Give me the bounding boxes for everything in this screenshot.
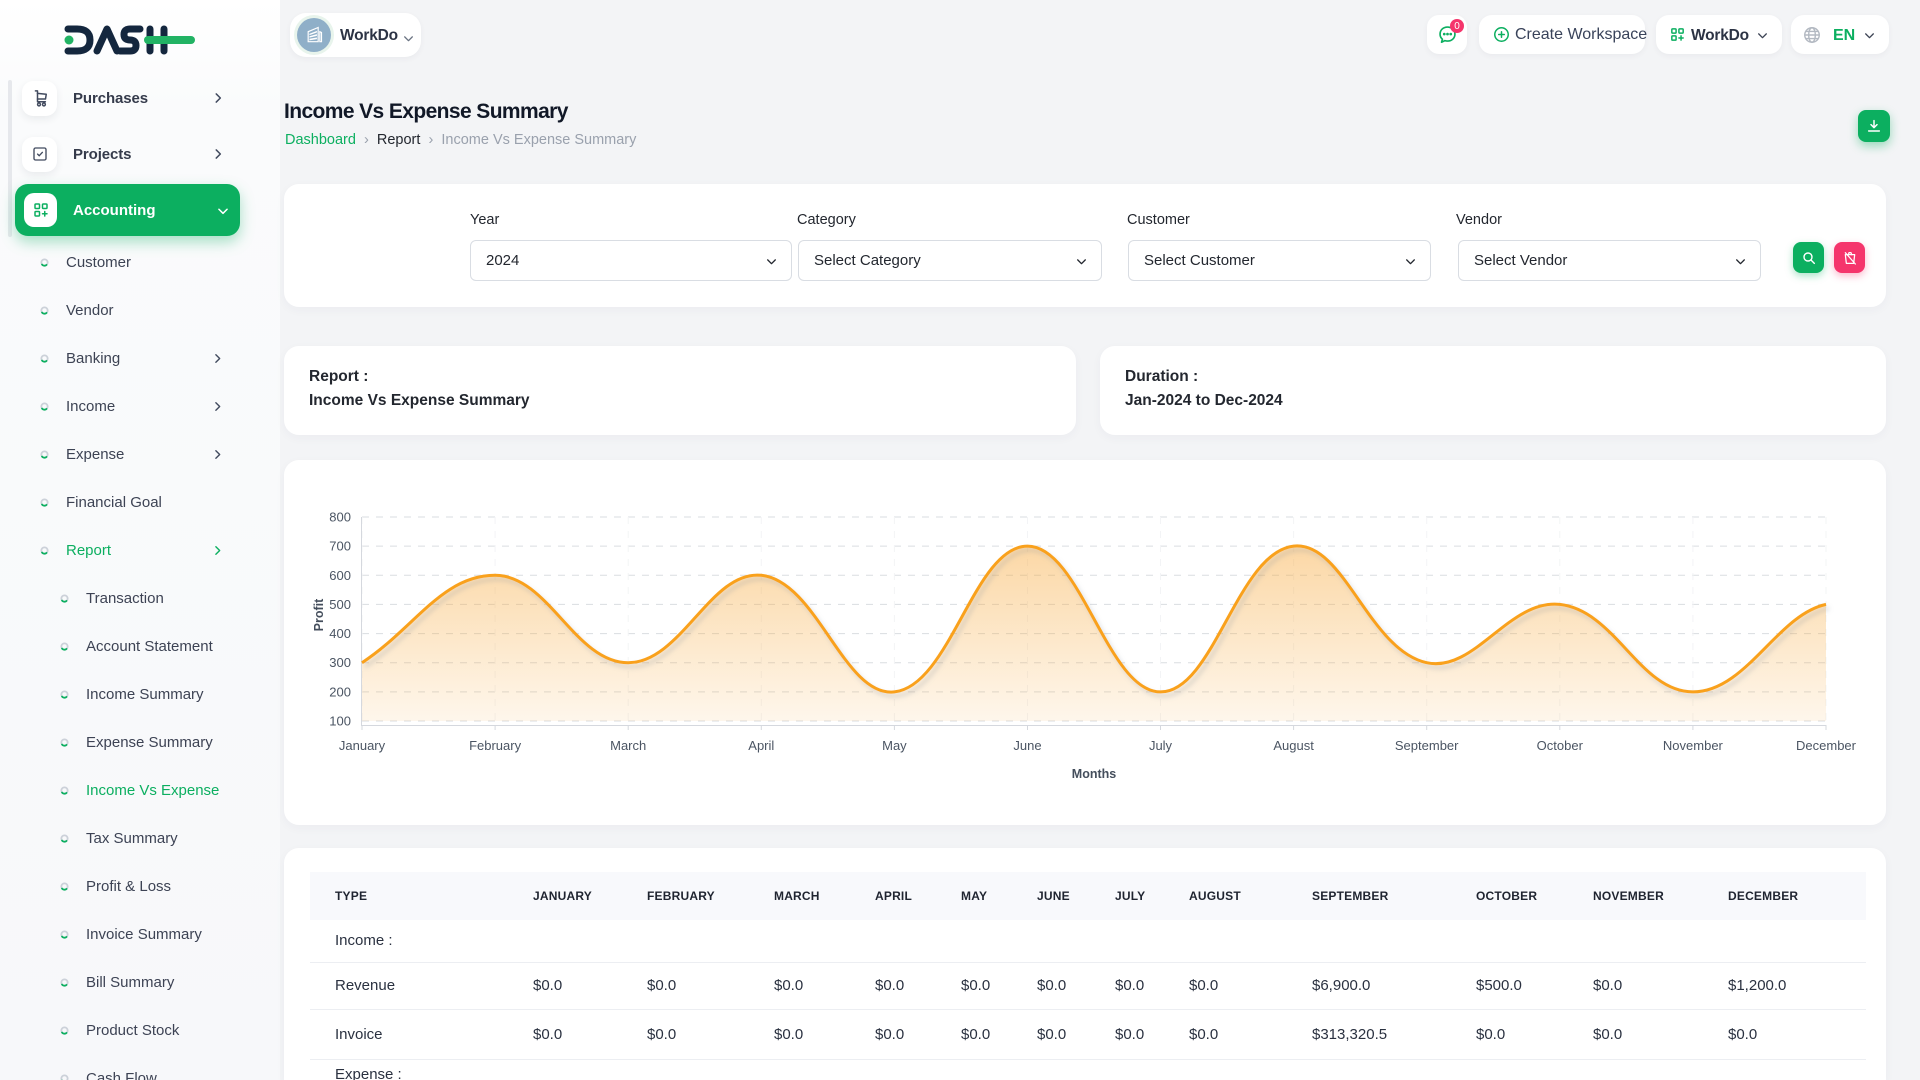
- svg-text:March: March: [610, 738, 646, 753]
- svg-text:800: 800: [329, 510, 351, 525]
- svg-text:300: 300: [329, 655, 351, 670]
- svg-text:August: August: [1273, 738, 1314, 753]
- svg-text:September: September: [1395, 738, 1459, 753]
- svg-text:Months: Months: [1072, 767, 1116, 781]
- svg-text:June: June: [1013, 738, 1041, 753]
- svg-text:November: November: [1663, 738, 1724, 753]
- svg-text:April: April: [748, 738, 774, 753]
- svg-text:December: December: [1796, 738, 1857, 753]
- svg-text:200: 200: [329, 684, 351, 699]
- svg-text:July: July: [1149, 738, 1173, 753]
- svg-text:May: May: [882, 738, 907, 753]
- svg-text:600: 600: [329, 568, 351, 583]
- svg-text:500: 500: [329, 597, 351, 612]
- svg-text:February: February: [469, 738, 522, 753]
- svg-text:October: October: [1537, 738, 1584, 753]
- svg-text:400: 400: [329, 626, 351, 641]
- svg-text:Profit: Profit: [312, 598, 326, 631]
- svg-text:100: 100: [329, 714, 351, 729]
- svg-text:700: 700: [329, 539, 351, 554]
- svg-text:January: January: [339, 738, 386, 753]
